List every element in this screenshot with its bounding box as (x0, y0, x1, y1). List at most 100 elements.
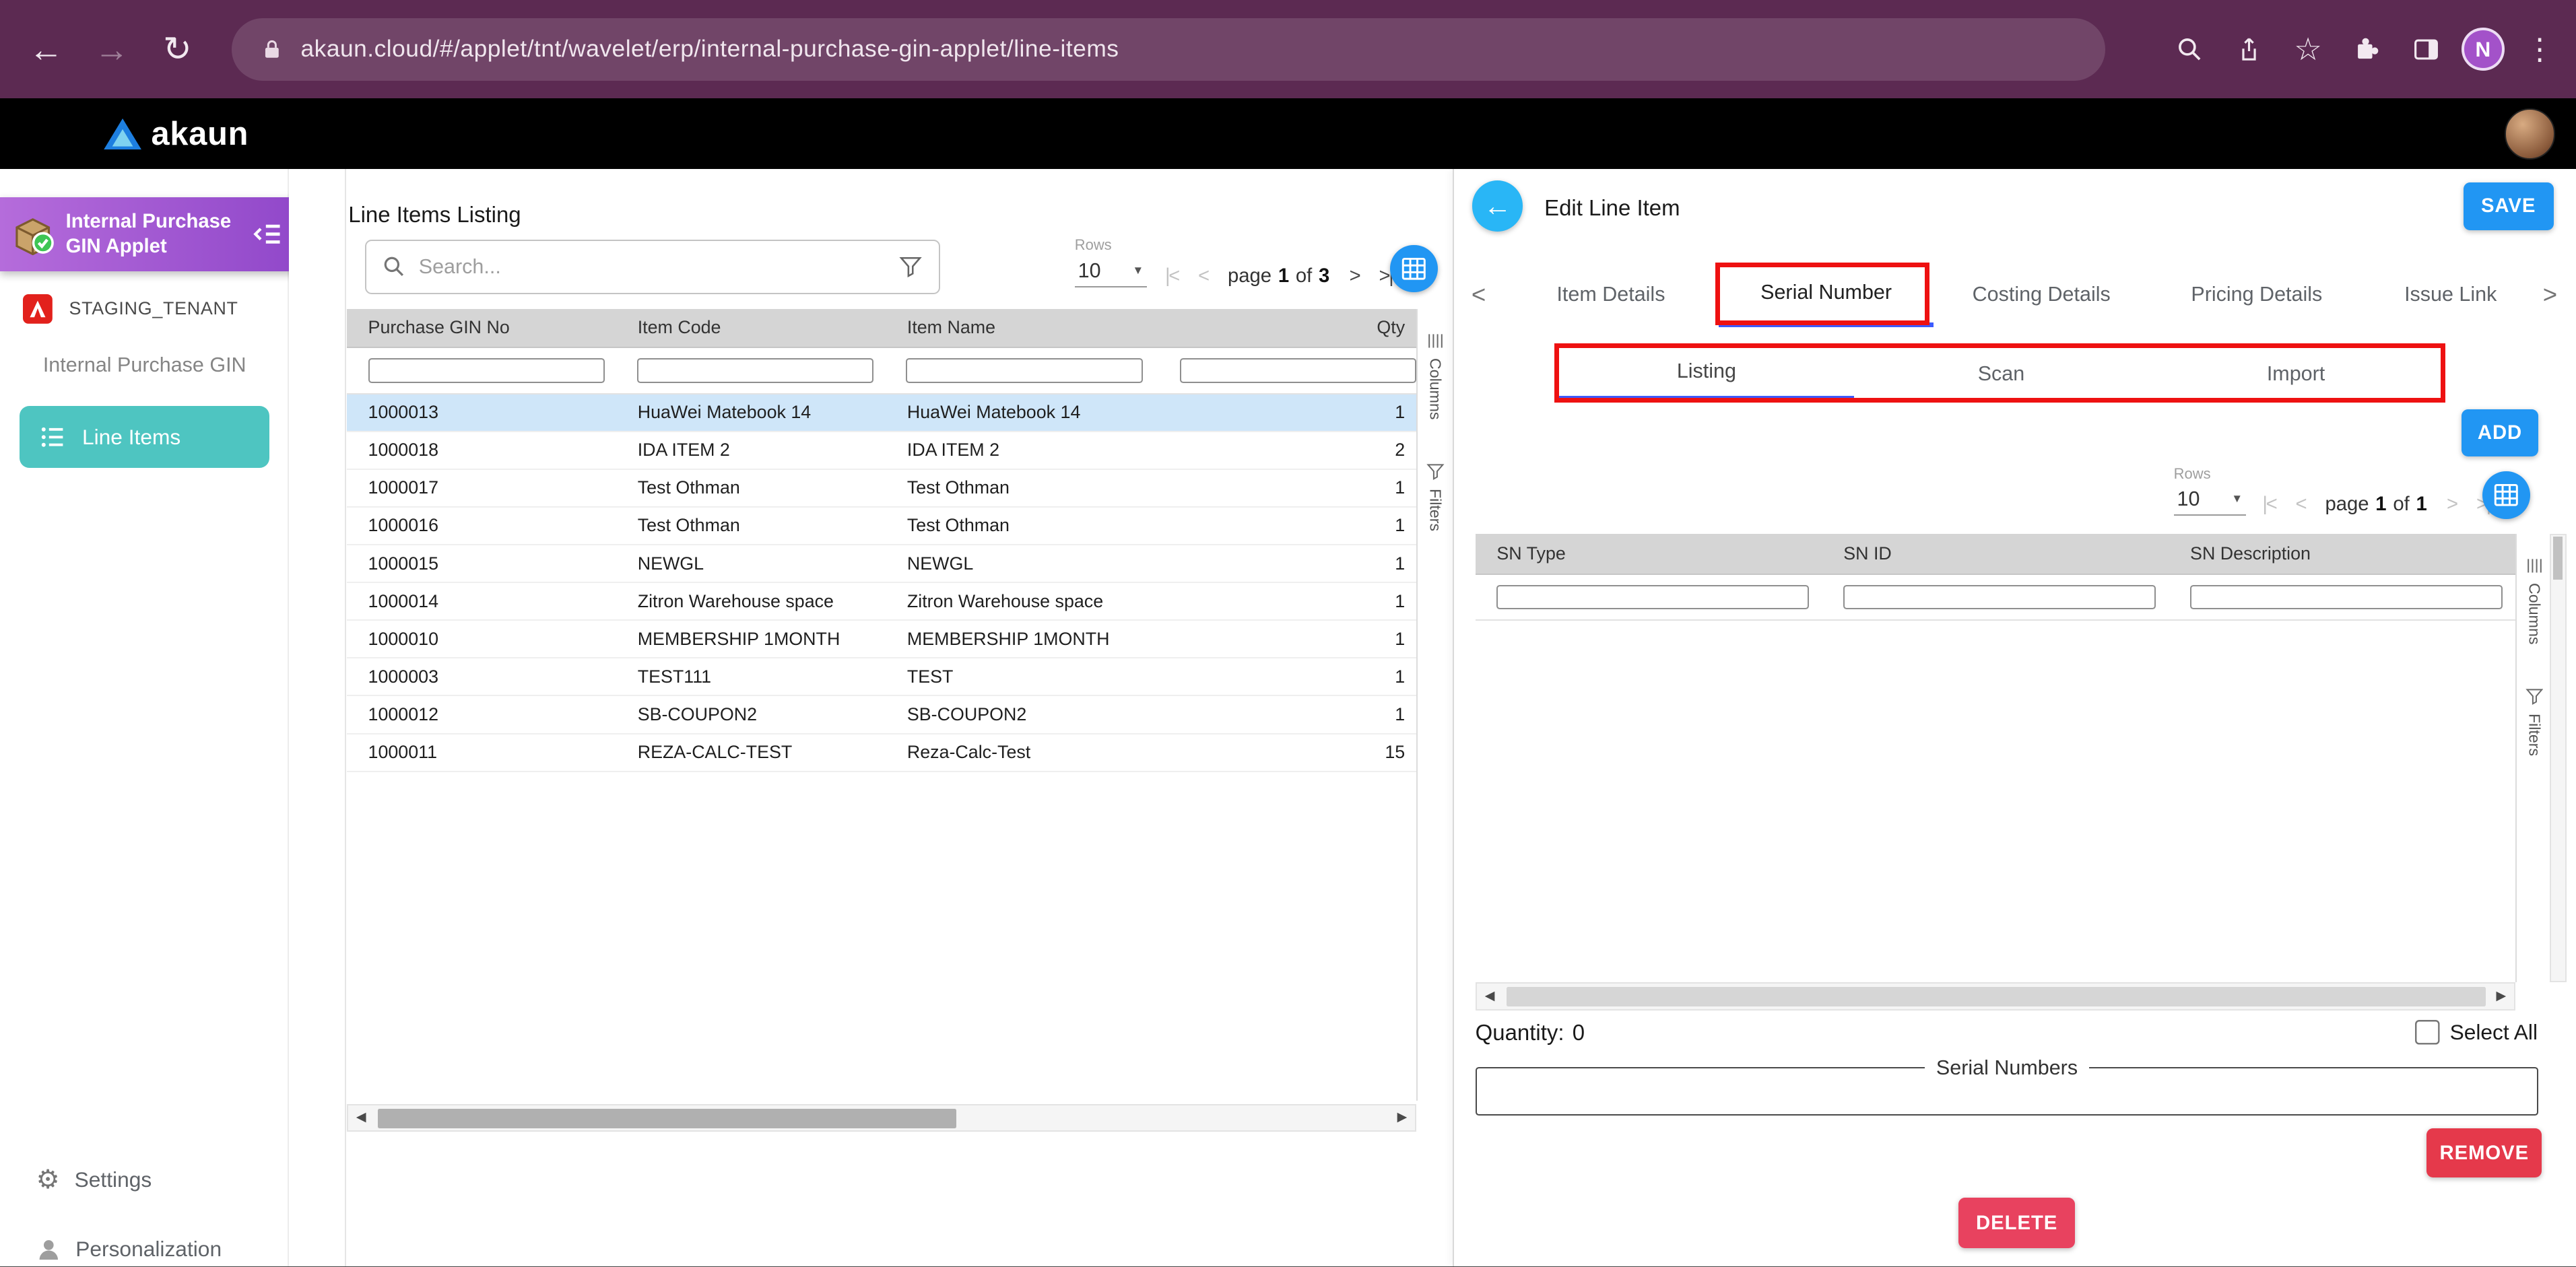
sn-pagination: |< < page 1 of 1 > >| (2262, 493, 2489, 516)
table-row[interactable]: 1000003 TEST111 TEST 1 (347, 658, 1416, 696)
table-row[interactable]: 1000016 Test Othman Test Othman 1 (347, 508, 1416, 545)
tab-item-details[interactable]: Item Details (1503, 263, 1719, 327)
sn-table-header-row: SN Type SN ID SN Description (1476, 534, 2516, 575)
tabs-scroll-right-icon[interactable]: > (2525, 263, 2575, 327)
applet-title: Internal Purchase GIN Applet (66, 209, 240, 259)
share-icon[interactable] (2225, 26, 2273, 73)
tabs-scroll-left-icon[interactable]: < (1454, 263, 1503, 327)
browser-forward-icon[interactable]: → (82, 20, 141, 79)
filter-input-sn-type[interactable] (1496, 585, 1809, 610)
sn-scrollbar-thumb[interactable] (2553, 537, 2563, 579)
col-header-purchase-gin-no[interactable]: Purchase GIN No (347, 317, 616, 338)
search-input[interactable] (419, 255, 886, 279)
col-header-sn-type[interactable]: SN Type (1476, 543, 1822, 564)
sn-vertical-scrollbar[interactable] (2550, 534, 2566, 982)
cell-qty: 2 (1155, 440, 1416, 460)
sn-filters-tool[interactable]: Filters (2525, 687, 2544, 756)
cell-item-name: Test Othman (886, 477, 1155, 498)
table-row[interactable]: 1000010 MEMBERSHIP 1MONTH MEMBERSHIP 1MO… (347, 621, 1416, 658)
select-all-control: Select All (2415, 1020, 2538, 1045)
zoom-icon[interactable] (2166, 26, 2214, 73)
filter-input-purchase-gin-no[interactable] (368, 358, 605, 383)
page-number: 1 (1278, 265, 1289, 287)
scroll-left-icon[interactable]: ◄ (1482, 987, 1498, 1006)
scrollbar-thumb[interactable] (378, 1109, 956, 1128)
detail-tabs: < Item Details Serial Number Costing Det… (1454, 263, 2576, 327)
table-row[interactable]: 1000015 NEWGL NEWGL 1 (347, 545, 1416, 583)
cell-qty: 1 (1155, 704, 1416, 725)
table-row[interactable]: 1000011 REZA-CALC-TEST Reza-Calc-Test 15 (347, 734, 1416, 772)
list-icon (40, 425, 66, 450)
first-page-icon[interactable]: |< (1165, 265, 1179, 287)
page-label: page (1228, 265, 1272, 287)
cell-qty: 1 (1155, 515, 1416, 536)
of-label: of (1296, 265, 1312, 287)
browser-reload-icon[interactable]: ↻ (148, 20, 207, 79)
sidebar-item-personalization[interactable]: Personalization (36, 1237, 222, 1262)
back-button[interactable]: ← (1472, 180, 1523, 232)
extensions-puzzle-icon[interactable] (2343, 26, 2391, 73)
scroll-right-icon[interactable]: ► (2493, 987, 2509, 1006)
columns-tool-label: Columns (1426, 358, 1445, 419)
sidebar-item-line-items[interactable]: Line Items (20, 406, 269, 469)
sn-columns-tool[interactable]: Columns (2525, 557, 2544, 644)
save-button[interactable]: SAVE (2464, 182, 2554, 230)
col-header-item-code[interactable]: Item Code (616, 317, 886, 338)
next-page-icon[interactable]: > (1350, 265, 1360, 287)
table-row[interactable]: 1000012 SB-COUPON2 SB-COUPON2 1 (347, 696, 1416, 734)
filter-input-qty[interactable] (1180, 358, 1416, 383)
delete-button[interactable]: DELETE (1958, 1198, 2075, 1249)
browser-back-icon[interactable]: ← (16, 20, 75, 79)
tab-issue-link[interactable]: Issue Link (2365, 263, 2537, 327)
scroll-right-icon[interactable]: ► (1394, 1108, 1410, 1127)
applet-switcher-button[interactable]: Internal Purchase GIN Applet (0, 197, 312, 271)
sn-hscrollbar-thumb[interactable] (1507, 987, 2486, 1006)
add-button[interactable]: ADD (2462, 409, 2539, 457)
table-row[interactable]: 1000017 Test Othman Test Othman 1 (347, 470, 1416, 508)
browser-menu-kebab-icon[interactable]: ⋮ (2516, 26, 2564, 73)
sn-horizontal-scrollbar[interactable]: ◄ ► (1476, 982, 2516, 1010)
akaun-logo[interactable]: akaun (104, 98, 249, 169)
cell-item-code: Test Othman (616, 515, 886, 536)
sn-filters-tool-label: Filters (2525, 714, 2544, 756)
filter-input-sn-id[interactable] (1843, 585, 2156, 610)
rows-per-page-select[interactable]: 10 ▼ (1075, 259, 1147, 287)
scroll-left-icon[interactable]: ◄ (353, 1108, 369, 1127)
side-panel-icon[interactable] (2402, 26, 2450, 73)
col-header-sn-id[interactable]: SN ID (1822, 543, 2169, 564)
col-header-item-name[interactable]: Item Name (886, 317, 1155, 338)
filter-input-sn-description[interactable] (2190, 585, 2503, 610)
table-row[interactable]: 1000018 IDA ITEM 2 IDA ITEM 2 2 (347, 432, 1416, 470)
cell-purchase-gin-no: 1000015 (347, 553, 616, 574)
sn-grid-view-button[interactable] (2482, 471, 2530, 519)
prev-page-icon[interactable]: < (1198, 265, 1208, 287)
sidebar-collapse-icon[interactable] (251, 220, 284, 248)
filters-tool[interactable]: Filters (1426, 463, 1445, 531)
select-all-checkbox[interactable] (2415, 1020, 2440, 1045)
sidebar-item-settings[interactable]: ⚙ Settings (36, 1165, 152, 1195)
filter-input-item-code[interactable] (637, 358, 873, 383)
col-header-sn-description[interactable]: SN Description (2169, 543, 2515, 564)
cell-item-name: MEMBERSHIP 1MONTH (886, 629, 1155, 650)
sn-rows-per-page-select[interactable]: 10 ▼ (2174, 487, 2246, 516)
sn-first-page-icon[interactable]: |< (2262, 493, 2276, 516)
user-avatar[interactable] (2505, 108, 2556, 160)
tab-pricing-details[interactable]: Pricing Details (2149, 263, 2365, 327)
tenant-selector[interactable]: STAGING_TENANT (23, 294, 238, 324)
listing-horizontal-scrollbar[interactable]: ◄ ► (347, 1104, 1416, 1132)
browser-profile-badge[interactable]: N (2462, 28, 2504, 70)
grid-view-button[interactable] (1390, 245, 1438, 293)
filter-input-item-name[interactable] (906, 358, 1142, 383)
table-row[interactable]: 1000013 HuaWei Matebook 14 HuaWei Matebo… (347, 395, 1416, 432)
remove-button[interactable]: REMOVE (2426, 1128, 2542, 1177)
sn-next-page-icon[interactable]: > (2447, 493, 2457, 516)
filter-icon[interactable] (899, 255, 922, 278)
tab-costing-details[interactable]: Costing Details (1934, 263, 2149, 327)
bookmark-star-icon[interactable]: ☆ (2284, 26, 2332, 73)
serial-numbers-fieldset[interactable]: Serial Numbers (1476, 1056, 2539, 1116)
table-row[interactable]: 1000014 Zitron Warehouse space Zitron Wa… (347, 583, 1416, 621)
col-header-qty[interactable]: Qty (1155, 317, 1416, 338)
url-bar[interactable]: akaun.cloud/#/applet/tnt/wavelet/erp/int… (232, 18, 2105, 81)
sn-prev-page-icon[interactable]: < (2296, 493, 2306, 516)
columns-tool[interactable]: Columns (1426, 332, 1445, 419)
